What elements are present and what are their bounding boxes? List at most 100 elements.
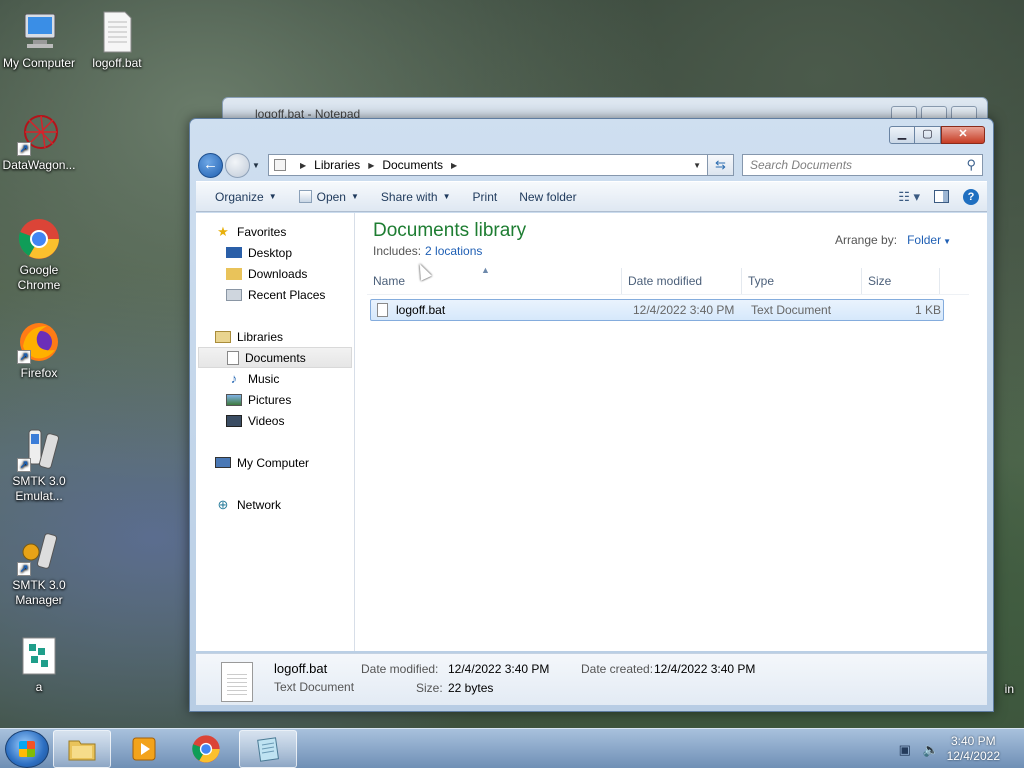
chevron-down-icon[interactable]: ▼	[943, 237, 951, 246]
file-date-cell: 12/4/2022 3:40 PM	[633, 303, 735, 317]
desktop-icon-label: Google Chrome	[17, 263, 61, 292]
network-status-icon[interactable]: ▣	[899, 742, 913, 757]
chevron-right-icon[interactable]: ▶	[368, 161, 374, 170]
taskbar-notepad[interactable]	[239, 729, 297, 768]
desktop-icon-logoff-bat[interactable]: logoff.bat	[78, 10, 156, 71]
clock[interactable]: 3:40 PM 12/4/2022	[947, 734, 1000, 764]
details-file-name: logoff.bat	[274, 661, 328, 676]
nav-libraries[interactable]: Libraries	[196, 326, 354, 347]
recent-pages-dropdown[interactable]: ▼	[252, 161, 264, 170]
nav-favorites[interactable]: ★ Favorites	[196, 221, 354, 242]
nav-recent-places[interactable]: Recent Places	[196, 284, 354, 305]
nav-network[interactable]: ⊕ Network	[196, 494, 354, 515]
organize-label: Organize	[215, 189, 264, 204]
includes-label: Includes:	[373, 244, 422, 258]
volume-icon[interactable]: 🔈	[923, 742, 939, 757]
desktop-icon-smtk-manager[interactable]: ↗ SMTK 3.0 Manager	[0, 532, 78, 608]
details-size-label: Size:	[416, 681, 443, 695]
firefox-icon: ↗	[17, 320, 61, 364]
address-dropdown-icon[interactable]: ▼	[693, 161, 701, 170]
recent-places-icon	[226, 288, 242, 301]
taskbar: ▣ 🔈 3:40 PM 12/4/2022	[0, 728, 1024, 768]
nav-my-computer[interactable]: My Computer	[196, 452, 354, 473]
computer-icon	[17, 10, 61, 54]
desktop-icon-google-chrome[interactable]: Google Chrome	[0, 217, 78, 293]
music-icon: ♪	[230, 370, 238, 386]
details-file-type: Text Document	[274, 680, 355, 694]
arrange-dropdown[interactable]: Folder	[907, 233, 941, 247]
column-headers: Name Date modified Type Size	[367, 268, 969, 295]
address-bar[interactable]: ▶ Libraries ▶ Documents ▶ ▼	[268, 154, 708, 176]
share-with-label: Share with	[380, 189, 438, 204]
taskbar-explorer[interactable]	[53, 729, 111, 768]
nav-label: Libraries	[237, 329, 284, 344]
back-button[interactable]: ←	[198, 152, 223, 178]
refresh-button[interactable]: ⇆	[708, 154, 734, 176]
taskbar-chrome[interactable]	[177, 730, 235, 768]
nav-documents[interactable]: Documents	[198, 347, 352, 368]
desktop-icon-my-computer[interactable]: My Computer	[0, 10, 78, 71]
shortcut-arrow-icon: ↗	[17, 142, 31, 156]
table-row[interactable]: logoff.bat 12/4/2022 3:40 PM Text Docume…	[370, 299, 944, 321]
nav-desktop[interactable]: Desktop	[196, 242, 354, 263]
folder-icon	[68, 740, 96, 760]
documents-icon	[227, 350, 239, 365]
chrome-icon	[192, 734, 220, 763]
start-button[interactable]	[5, 729, 49, 768]
pictures-icon	[226, 393, 242, 406]
file-name-cell: logoff.bat	[371, 303, 629, 317]
chevron-down-icon: ▼	[268, 192, 277, 201]
desktop-icon-smtk-emulator[interactable]: ↗ SMTK 3.0 Emulat...	[0, 428, 78, 504]
desktop-icon-a[interactable]: a	[0, 634, 78, 695]
nav-label: Recent Places	[248, 287, 326, 302]
nav-videos[interactable]: Videos	[196, 410, 354, 431]
nav-label: My Computer	[237, 455, 310, 470]
breadcrumb-libraries[interactable]: Libraries	[314, 158, 360, 172]
print-label: Print	[472, 189, 498, 204]
chevron-right-icon[interactable]: ▶	[300, 161, 306, 170]
maximize-button[interactable]: ▢	[915, 126, 941, 144]
nav-label: Desktop	[248, 245, 293, 260]
details-pane: logoff.bat Text Document Date modified: …	[196, 653, 987, 705]
libraries-icon	[215, 330, 231, 343]
new-folder-button[interactable]: New folder	[508, 190, 587, 204]
desktop-icon-label: a	[35, 680, 43, 694]
navigation-row: ← ▼ ▶ Libraries ▶ Documents ▶ ▼ ⇆ Search…	[198, 152, 985, 178]
close-button[interactable]: ✕	[941, 126, 985, 144]
taskbar-media-player[interactable]	[115, 730, 173, 768]
nav-label: Music	[248, 371, 280, 386]
breadcrumb-documents[interactable]: Documents	[382, 158, 443, 172]
chrome-icon	[17, 217, 61, 261]
help-icon[interactable]: ?	[963, 188, 979, 205]
column-header-name[interactable]: Name	[367, 268, 622, 294]
desktop-icon-firefox[interactable]: ↗ Firefox	[0, 320, 78, 381]
column-header-date-modified[interactable]: Date modified	[622, 268, 742, 294]
chevron-right-icon[interactable]: ▶	[451, 161, 457, 170]
nav-downloads[interactable]: Downloads	[196, 263, 354, 284]
search-icon[interactable]: ⚲	[966, 157, 976, 173]
downloads-folder-icon	[226, 267, 242, 280]
text-file-icon	[377, 303, 388, 317]
file-list-pane: Documents library Includes: 2 locations A…	[355, 213, 987, 651]
phone-manager-icon: ↗	[17, 532, 61, 576]
change-view-icon[interactable]: ☷ ▾	[898, 189, 920, 205]
minimize-button[interactable]: ▁	[889, 126, 915, 144]
forward-button[interactable]	[225, 152, 250, 178]
organize-button[interactable]: Organize ▼	[204, 190, 288, 204]
locations-link[interactable]: 2 locations	[425, 244, 482, 258]
print-button[interactable]: Print	[462, 190, 509, 204]
explorer-window[interactable]: ▁ ▢ ✕ ← ▼ ▶ Libraries ▶ Documents ▶ ▼ ⇆ …	[189, 118, 994, 712]
search-placeholder: Search Documents	[750, 158, 853, 172]
preview-pane-icon[interactable]	[934, 190, 949, 203]
details-size: 22 bytes	[448, 681, 494, 695]
nav-pictures[interactable]: Pictures	[196, 389, 354, 410]
search-input[interactable]: Search Documents ⚲	[742, 154, 983, 176]
desktop-icon-datawagon[interactable]: ↗ DataWagon...	[0, 112, 78, 173]
network-icon: ⊕	[217, 496, 229, 512]
column-header-type[interactable]: Type	[742, 268, 862, 294]
nav-music[interactable]: ♪ Music	[196, 368, 354, 389]
notepad-icon	[257, 736, 280, 762]
open-button[interactable]: Open ▼	[288, 190, 370, 204]
column-header-size[interactable]: Size	[862, 268, 940, 294]
share-with-button[interactable]: Share with ▼	[370, 190, 462, 204]
